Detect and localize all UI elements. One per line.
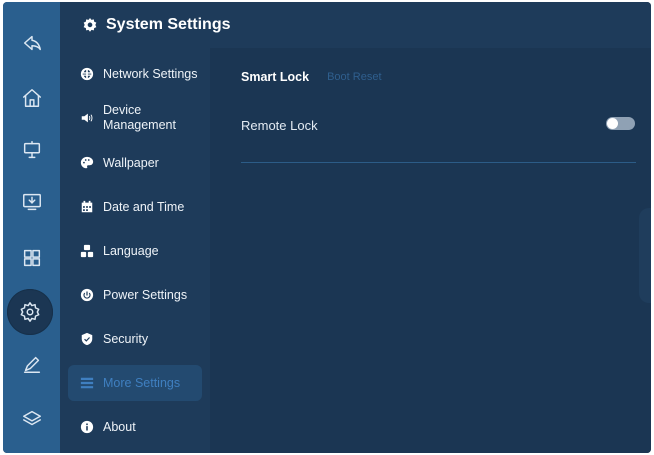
menu-item-network-settings[interactable]: Network Settings [68,56,202,92]
gear-icon [83,18,97,32]
tab-boot-reset[interactable]: Boot Reset [327,71,381,83]
remote-lock-label: Remote Lock [241,118,318,133]
dock-layers-button[interactable] [9,398,55,440]
tab-smart-lock[interactable]: Smart Lock [241,70,309,84]
app-dock [3,2,60,453]
apps-grid-icon [23,249,41,267]
menu-item-device-management[interactable]: Device Management [68,100,202,136]
divider [241,162,636,163]
menu-item-more-settings[interactable]: More Settings [68,365,202,401]
menu-item-about[interactable]: About [68,409,202,445]
screen-share-icon [23,193,41,211]
menu-item-label: Network Settings [103,66,198,81]
menu-item-label: Wallpaper [103,155,159,170]
settings-menu: Network Settings Device Management Wallp… [60,48,210,453]
power-icon [80,288,94,302]
screen: System Settings Network Settings Device … [3,2,651,453]
menu-item-label: Device Management [103,103,176,132]
whiteboard-icon [23,141,41,159]
menu-item-language[interactable]: Language [68,233,202,269]
dock-apps-button[interactable] [9,237,55,279]
language-icon [80,244,94,258]
settings-icon [20,302,40,322]
speaker-icon [80,111,94,125]
menu-item-wallpaper[interactable]: Wallpaper [68,145,202,181]
back-icon [23,35,41,51]
palette-icon [80,156,94,170]
remote-lock-toggle[interactable] [606,117,635,130]
dock-home-button[interactable] [9,77,55,119]
pen-icon [23,356,41,373]
settings-header: System Settings [60,2,651,48]
shield-icon [80,332,94,346]
list-icon [80,376,94,390]
menu-item-label: More Settings [103,375,181,390]
layers-icon [23,410,41,426]
menu-item-label: Power Settings [103,287,188,302]
dock-back-button[interactable] [9,22,55,64]
menu-item-label: About [103,419,136,434]
menu-item-label: Date and Time [103,199,185,214]
dock-whiteboard-button[interactable] [9,129,55,171]
menu-item-label: Security [103,331,149,346]
menu-item-label: Language [103,243,159,258]
dock-settings-button[interactable] [7,289,53,335]
side-panel-handle[interactable] [639,208,651,303]
menu-item-security[interactable]: Security [68,321,202,357]
globe-icon [80,67,94,81]
page-title: System Settings [106,16,231,33]
menu-item-date-and-time[interactable]: Date and Time [68,189,202,225]
calendar-icon [80,200,94,214]
home-icon [23,89,41,107]
dock-screen-share-button[interactable] [9,181,55,223]
content-tabs: Smart Lock Boot Reset [241,70,382,84]
settings-content: Smart Lock Boot Reset Remote Lock [210,48,651,453]
info-icon [80,420,94,434]
toggle-knob [607,118,618,129]
dock-annotate-button[interactable] [9,343,55,385]
menu-item-power-settings[interactable]: Power Settings [68,277,202,313]
